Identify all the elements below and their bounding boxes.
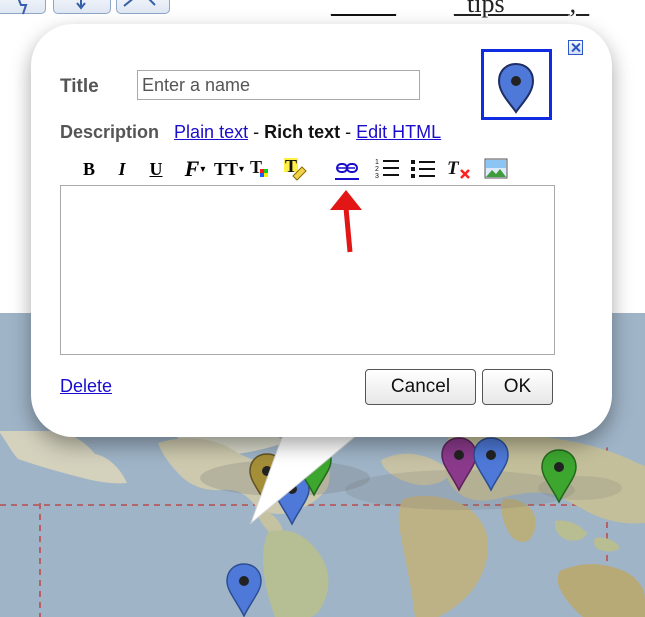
description-mode-row: Description Plain text - Rich text - Edi… <box>60 122 441 143</box>
svg-text:1: 1 <box>375 159 379 166</box>
ok-button[interactable]: OK <box>482 369 553 405</box>
text-color-icon: T <box>250 157 268 177</box>
svg-text:3: 3 <box>375 173 379 180</box>
title-input[interactable] <box>137 70 420 100</box>
highlight-icon: T <box>284 156 307 181</box>
underline-button[interactable]: U <box>147 154 165 184</box>
mode-separator-2: - <box>340 122 357 142</box>
cancel-button[interactable]: Cancel <box>365 369 476 405</box>
rich-text-mode: Rich text <box>264 122 341 142</box>
bullet-list-icon <box>411 160 435 178</box>
numbered-list-button[interactable]: 1 2 3 <box>374 154 402 184</box>
title-label: Title <box>60 76 99 97</box>
description-label: Description <box>60 122 160 142</box>
text-color-button[interactable]: T <box>247 154 275 184</box>
italic-button[interactable]: I <box>113 154 131 184</box>
description-editor[interactable] <box>60 185 555 355</box>
bold-button[interactable]: B <box>80 154 98 184</box>
link-icon <box>335 163 359 180</box>
image-icon <box>484 158 508 179</box>
edit-html-link[interactable]: Edit HTML <box>356 122 441 142</box>
link-button[interactable] <box>333 154 361 184</box>
svg-text:2: 2 <box>375 166 379 173</box>
bold-icon: B <box>82 158 95 179</box>
bullet-list-button[interactable] <box>409 154 437 184</box>
insert-image-button[interactable] <box>482 154 510 184</box>
marker-style-picker[interactable] <box>481 49 552 120</box>
mode-separator-1: - <box>248 122 265 142</box>
underline-icon: U <box>149 158 163 179</box>
text-size-icon: TT <box>213 158 238 179</box>
highlight-button[interactable]: T <box>282 154 310 184</box>
dropdown-arrow-icon: ▾ <box>238 163 245 175</box>
numbered-list-icon: 1 2 3 <box>375 159 399 180</box>
plain-text-link[interactable]: Plain text <box>174 122 248 142</box>
svg-text:T: T <box>285 156 297 176</box>
placemark-icon <box>497 62 535 114</box>
close-button[interactable] <box>568 40 583 55</box>
font-button[interactable]: F ▾ <box>181 154 209 184</box>
dropdown-arrow-icon: ▾ <box>200 163 206 175</box>
remove-formatting-icon: T <box>447 158 470 179</box>
remove-formatting-button[interactable]: T <box>445 154 473 184</box>
font-icon: F <box>184 156 200 181</box>
screen: _____ _tips_____,_ Title Enter a name De… <box>0 0 645 617</box>
italic-icon: I <box>118 158 126 179</box>
remove-format-glyph: T <box>447 158 460 179</box>
delete-link[interactable]: Delete <box>60 376 112 397</box>
text-size-button[interactable]: TT ▾ <box>213 154 245 184</box>
